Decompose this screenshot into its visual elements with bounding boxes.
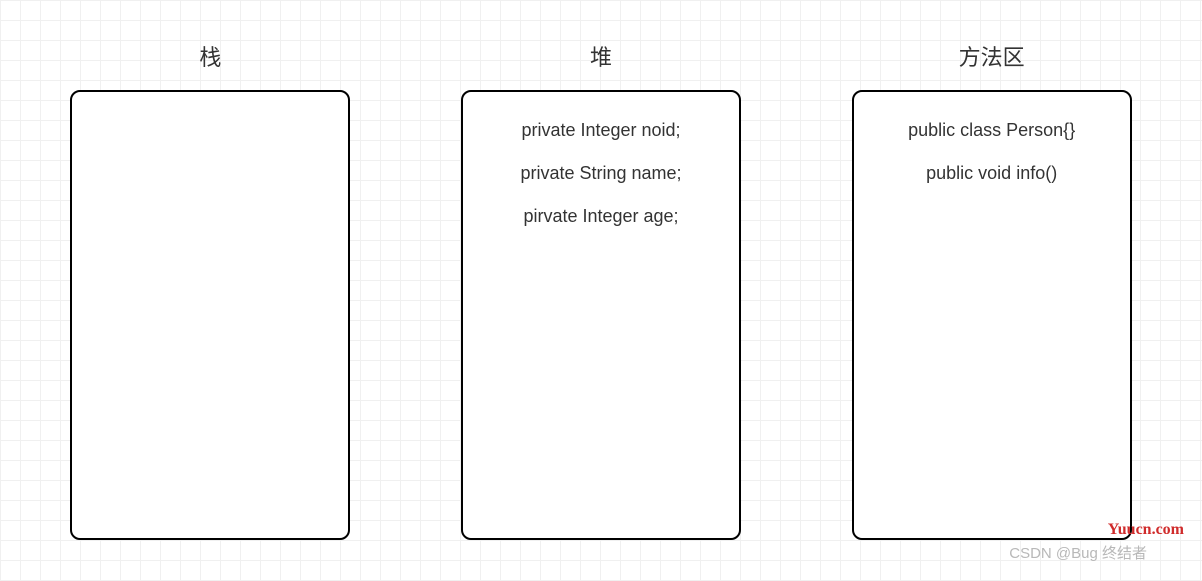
- watermark-csdn: CSDN @Bug 终结者: [1009, 542, 1147, 563]
- method-area-box: public class Person{} public void info(): [852, 90, 1132, 540]
- heap-item: private String name;: [481, 163, 721, 184]
- watermark-yuucn: Yuucn.com: [1108, 521, 1184, 539]
- method-area-title: 方法区: [959, 40, 1025, 72]
- method-area-item: public void info(): [872, 163, 1112, 184]
- stack-section: 栈: [50, 40, 371, 540]
- stack-box: [70, 90, 350, 540]
- heap-section: 堆 private Integer noid; private String n…: [441, 40, 762, 540]
- diagram-container: 栈 堆 private Integer noid; private String…: [0, 0, 1202, 540]
- heap-title: 堆: [590, 40, 612, 72]
- stack-title: 栈: [199, 40, 221, 72]
- method-area-item: public class Person{}: [872, 120, 1112, 141]
- heap-item: pirvate Integer age;: [481, 206, 721, 227]
- heap-item: private Integer noid;: [481, 120, 721, 141]
- heap-box: private Integer noid; private String nam…: [461, 90, 741, 540]
- method-area-section: 方法区 public class Person{} public void in…: [831, 40, 1152, 540]
